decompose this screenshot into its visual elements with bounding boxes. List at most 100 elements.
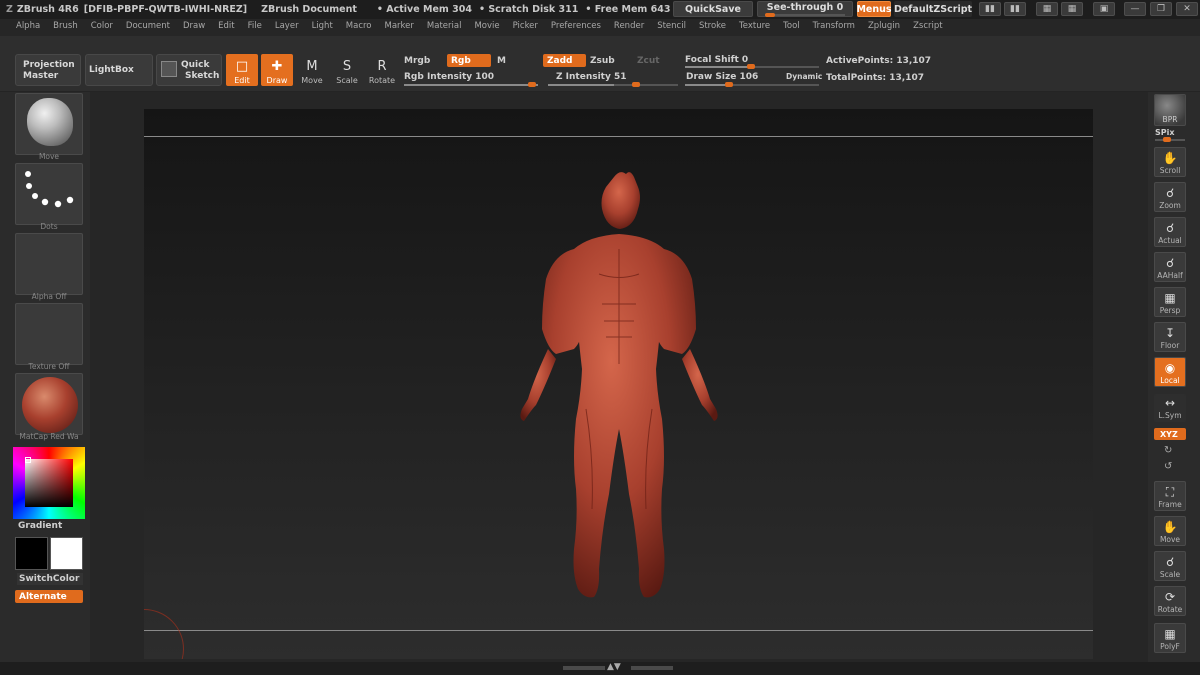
menu-texture[interactable]: Texture [739, 21, 770, 31]
z-intensity-slider[interactable] [548, 82, 678, 87]
quick-sketch-button[interactable]: Quick Sketch [156, 54, 222, 86]
window-icon-2[interactable]: ▦ [1061, 2, 1083, 16]
menu-zplugin[interactable]: Zplugin [868, 21, 900, 31]
xyz-button[interactable]: XYZ [1154, 428, 1186, 440]
bottom-tray-handle-left[interactable] [563, 666, 605, 670]
alpha-thumbnail[interactable] [15, 233, 83, 295]
gradient-label[interactable]: Gradient [18, 521, 62, 531]
local-button[interactable]: ◉ Local [1154, 357, 1186, 387]
actual-label: Actual [1158, 236, 1182, 245]
bpr-button[interactable]: BPR [1154, 94, 1186, 126]
rgb-button[interactable]: Rgb [447, 54, 491, 67]
dynamic-button[interactable]: Dynamic [786, 72, 822, 81]
frame-icon: ⛶ [1165, 485, 1175, 499]
layout-icon-2[interactable]: ▮▮ [1004, 2, 1026, 16]
material-thumbnail[interactable] [15, 373, 83, 435]
menu-marker[interactable]: Marker [385, 21, 414, 31]
move-mode-button[interactable]: M Move [296, 54, 328, 86]
persp-button[interactable]: ▦ Persp [1154, 287, 1186, 317]
spix-slider[interactable] [1155, 137, 1185, 142]
secondary-color-swatch[interactable] [50, 537, 83, 570]
menu-file[interactable]: File [248, 21, 262, 31]
polyf-button[interactable]: ▦ PolyF [1154, 623, 1186, 653]
menu-document[interactable]: Document [126, 21, 170, 31]
draw-mode-button[interactable]: ✚ Draw [261, 54, 293, 86]
muscular-figure-model[interactable] [144, 109, 1093, 659]
menu-edit[interactable]: Edit [218, 21, 234, 31]
restore-icon[interactable]: ❐ [1150, 2, 1172, 16]
close-icon[interactable]: ✕ [1176, 2, 1198, 16]
menu-render[interactable]: Render [614, 21, 644, 31]
scale-magnifier-icon: ☌ [1165, 555, 1175, 569]
menu-macro[interactable]: Macro [346, 21, 372, 31]
zsub-button[interactable]: Zsub [590, 56, 615, 66]
zcut-button[interactable]: Zcut [637, 56, 660, 66]
polyframe-grid-icon: ▦ [1164, 627, 1176, 641]
quicksave-button[interactable]: QuickSave [673, 1, 753, 17]
scale-view-button[interactable]: ☌ Scale [1154, 551, 1186, 581]
stroke-thumbnail[interactable] [15, 163, 83, 225]
focal-shift-slider[interactable] [685, 64, 819, 69]
dots-stroke-icon [25, 171, 74, 208]
menu-tool[interactable]: Tool [783, 21, 800, 31]
document-canvas[interactable] [144, 109, 1093, 659]
scale-label: Scale [336, 76, 358, 85]
menu-stroke[interactable]: Stroke [699, 21, 726, 31]
scale-mode-button[interactable]: S Scale [331, 54, 363, 86]
menu-material[interactable]: Material [427, 21, 462, 31]
rotate-view-button[interactable]: ⟳ Rotate [1154, 586, 1186, 616]
persp-label: Persp [1159, 306, 1181, 315]
see-through-slider[interactable]: See-through 0 [757, 1, 853, 17]
menu-transform[interactable]: Transform [813, 21, 855, 31]
top-shelf: Projection Master LightBox Quick Sketch … [0, 36, 1200, 92]
menu-light[interactable]: Light [312, 21, 333, 31]
main-color-swatch[interactable] [15, 537, 48, 570]
menu-picker[interactable]: Picker [513, 21, 538, 31]
edit-mode-button[interactable]: □ Edit [226, 54, 258, 86]
zoom-button[interactable]: ☌ Zoom [1154, 182, 1186, 212]
menus-button[interactable]: Menus [856, 1, 892, 17]
menu-brush[interactable]: Brush [53, 21, 78, 31]
lightbox-button[interactable]: LightBox [85, 54, 153, 86]
brush-thumbnail[interactable] [15, 93, 83, 155]
menu-movie[interactable]: Movie [474, 21, 499, 31]
frame-button[interactable]: ⛶ Frame [1154, 481, 1186, 511]
window-icon[interactable]: ▦ [1036, 2, 1058, 16]
menu-zscript[interactable]: Zscript [913, 21, 943, 31]
zadd-button[interactable]: Zadd [543, 54, 586, 67]
default-zscript-button[interactable]: DefaultZScript [894, 1, 972, 17]
rgb-intensity-slider[interactable] [404, 82, 538, 87]
m-button[interactable]: M [497, 56, 506, 66]
floor-button[interactable]: ↧ Floor [1154, 322, 1186, 352]
mrgb-button[interactable]: Mrgb [404, 56, 430, 66]
rotate-z-icon[interactable]: ↺ [1164, 461, 1172, 472]
draw-size-slider[interactable] [685, 82, 819, 87]
projection-master-button[interactable]: Projection Master [15, 54, 81, 86]
expand-arrows-icon[interactable]: ▲▼ [607, 662, 621, 672]
lock-icon[interactable]: ▣ [1093, 2, 1115, 16]
floor-icon: ↧ [1164, 326, 1176, 340]
scroll-button[interactable]: ✋ Scroll [1154, 147, 1186, 177]
menu-color[interactable]: Color [91, 21, 113, 31]
matcap-sphere-icon [22, 377, 78, 433]
alternate-button[interactable]: Alternate [15, 590, 83, 603]
actual-button[interactable]: ☌ Actual [1154, 217, 1186, 247]
switch-color-button[interactable]: SwitchColor [17, 573, 83, 585]
move-view-button[interactable]: ✋ Move [1154, 516, 1186, 546]
layout-icon[interactable]: ▮▮ [979, 2, 1001, 16]
menu-stencil[interactable]: Stencil [657, 21, 686, 31]
draw-size-label: Draw Size 106 [686, 72, 759, 82]
draw-label: Draw [266, 76, 288, 85]
menu-preferences[interactable]: Preferences [551, 21, 601, 31]
rotate-y-icon[interactable]: ↻ [1164, 445, 1172, 456]
lsym-button[interactable]: ↔ L.Sym [1154, 394, 1186, 422]
aahalf-button[interactable]: ☌ AAHalf [1154, 252, 1186, 282]
minimize-icon[interactable]: — [1124, 2, 1146, 16]
menu-draw[interactable]: Draw [183, 21, 205, 31]
color-picker[interactable] [13, 447, 85, 519]
bottom-tray-handle-right[interactable] [631, 666, 673, 670]
menu-layer[interactable]: Layer [275, 21, 299, 31]
rotate-mode-button[interactable]: R Rotate [366, 54, 398, 86]
menu-alpha[interactable]: Alpha [16, 21, 40, 31]
texture-thumbnail[interactable] [15, 303, 83, 365]
